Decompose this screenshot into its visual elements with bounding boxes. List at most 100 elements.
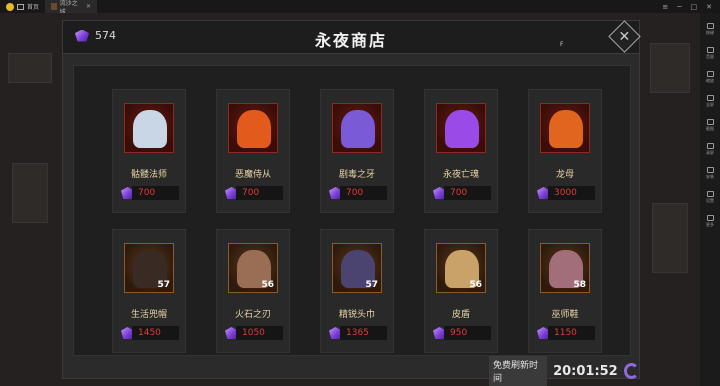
item-portrait [332, 103, 382, 153]
close-tab-icon[interactable]: ✕ [86, 3, 91, 10]
sidebar-item-label: 截图 [706, 126, 714, 131]
item-portrait: 56 [228, 243, 278, 293]
sidebar-item-label: 缩放 [706, 78, 714, 83]
item-portrait [540, 103, 590, 153]
shop-item-card[interactable]: 剧毒之牙 700 [320, 89, 394, 213]
item-art [341, 110, 375, 148]
item-art [133, 110, 167, 148]
item-portrait [124, 103, 174, 153]
item-art [237, 110, 271, 148]
item-price: 700 [236, 186, 283, 200]
item-name: 龙母 [555, 170, 574, 180]
sidebar-item-label: 音量 [706, 54, 714, 59]
emulator-sidebar: 按键音量缩放全屏截图录屏安装设置更多 [700, 13, 720, 386]
refresh-icon[interactable] [623, 363, 639, 379]
item-portrait [228, 103, 278, 153]
refresh-area: 免费刷新时间 20:01:52 [489, 356, 639, 386]
item-price: 700 [444, 186, 491, 200]
item-grid: 骷髅法师 700 恶魔侍从 700 剧毒之牙 700 永夜亡魂 700 龙母 3000 57 生活兜帽… [73, 65, 631, 356]
shop-header: 574 永夜商店 F ✕ [63, 20, 641, 54]
item-price: 1150 [548, 326, 595, 340]
sidebar-tool-icon [706, 23, 714, 29]
sidebar-tool-icon [706, 71, 714, 77]
sidebar-item[interactable]: 音量 [706, 47, 714, 67]
close-icon: ✕ [618, 28, 631, 45]
sidebar-tool-icon [706, 215, 714, 221]
home-icon [17, 3, 24, 10]
window-controls: ≡ ─ □ ✕ [662, 3, 720, 11]
tab-game[interactable]: 流沙之城 ✕ [45, 0, 98, 16]
item-price: 950 [444, 326, 491, 340]
item-price: 700 [340, 186, 387, 200]
tab-home-label: 首页 [27, 4, 40, 11]
item-name: 皮盾 [451, 310, 470, 320]
sidebar-item[interactable]: 安装 [706, 167, 714, 187]
sidebar-item[interactable]: 缩放 [706, 71, 714, 91]
menu-icon[interactable]: ≡ [662, 3, 668, 11]
item-name: 骷髅法师 [130, 170, 167, 180]
sidebar-tool-icon [706, 119, 714, 125]
shop-item-card[interactable]: 56 火石之刃 1050 [216, 229, 290, 353]
background-decor [650, 43, 690, 93]
game-icon [51, 3, 57, 10]
shop-item-card[interactable]: 恶魔侍从 700 [216, 89, 290, 213]
item-level: 56 [469, 280, 482, 290]
sidebar-item[interactable]: 录屏 [706, 143, 714, 163]
shop-panel: 574 永夜商店 F ✕ 骷髅法师 700 恶魔侍从 700 剧毒之牙 700 永夜亡魂 70… [62, 20, 641, 386]
sidebar-tool-icon [706, 95, 714, 101]
sidebar-item[interactable]: 设置 [706, 191, 714, 211]
shop-item-card[interactable]: 58 巫师鞋 1150 [528, 229, 602, 353]
shop-item-card[interactable]: 56 皮盾 950 [424, 229, 498, 353]
background-decor [652, 203, 688, 273]
item-art [549, 110, 583, 148]
item-name: 巫师鞋 [551, 310, 579, 320]
sidebar-item-label: 全屏 [706, 102, 714, 107]
emulator-logo-icon [6, 2, 14, 11]
sidebar-item-label: 安装 [706, 174, 714, 179]
sidebar-item[interactable]: 按键 [706, 23, 714, 43]
item-price: 1050 [236, 326, 283, 340]
shop-item-card[interactable]: 永夜亡魂 700 [424, 89, 498, 213]
item-portrait: 56 [436, 243, 486, 293]
shop-item-card[interactable]: 57 精锐头巾 1365 [320, 229, 394, 353]
item-name: 恶魔侍从 [234, 170, 271, 180]
item-portrait: 58 [540, 243, 590, 293]
refresh-timer: 20:01:52 [553, 363, 618, 379]
item-portrait: 57 [332, 243, 382, 293]
free-refresh-label: 免费刷新时间 [489, 356, 548, 386]
shop-title: 永夜商店 [314, 31, 387, 50]
item-name: 永夜亡魂 [442, 170, 479, 180]
sidebar-tool-icon [706, 167, 714, 173]
item-level: 57 [365, 280, 378, 290]
item-level: 58 [573, 280, 586, 290]
item-price: 3000 [548, 186, 595, 200]
item-name: 剧毒之牙 [338, 170, 375, 180]
shop-item-card[interactable]: 57 生活兜帽 1450 [112, 229, 186, 353]
item-name: 火石之刃 [234, 310, 271, 320]
item-name: 精锐头巾 [338, 310, 375, 320]
sidebar-item-label: 录屏 [706, 150, 714, 155]
item-price: 1365 [340, 326, 387, 340]
shop-item-card[interactable]: 龙母 3000 [528, 89, 602, 213]
item-portrait: 57 [124, 243, 174, 293]
hotkey-hint: F [560, 41, 564, 48]
sidebar-tool-icon [706, 143, 714, 149]
sidebar-item-label: 更多 [706, 222, 714, 227]
background-decor [8, 53, 52, 83]
sidebar-item[interactable]: 全屏 [706, 95, 714, 115]
close-window-icon[interactable]: ✕ [706, 3, 712, 11]
background-decor [12, 163, 48, 223]
item-price: 1450 [132, 326, 179, 340]
item-level: 56 [261, 280, 274, 290]
tab-home[interactable]: 首页 [0, 0, 45, 13]
sidebar-item-label: 设置 [706, 198, 714, 203]
item-price: 700 [132, 186, 179, 200]
sidebar-item[interactable]: 截图 [706, 119, 714, 139]
minimize-icon[interactable]: ─ [677, 3, 681, 11]
shop-item-card[interactable]: 骷髅法师 700 [112, 89, 186, 213]
emulator-titlebar: 首页 流沙之城 ✕ ≡ ─ □ ✕ [0, 0, 720, 16]
maximize-icon[interactable]: □ [691, 3, 698, 11]
sidebar-item[interactable]: 更多 [706, 215, 714, 235]
item-level: 57 [157, 280, 170, 290]
sidebar-tool-icon [706, 191, 714, 197]
